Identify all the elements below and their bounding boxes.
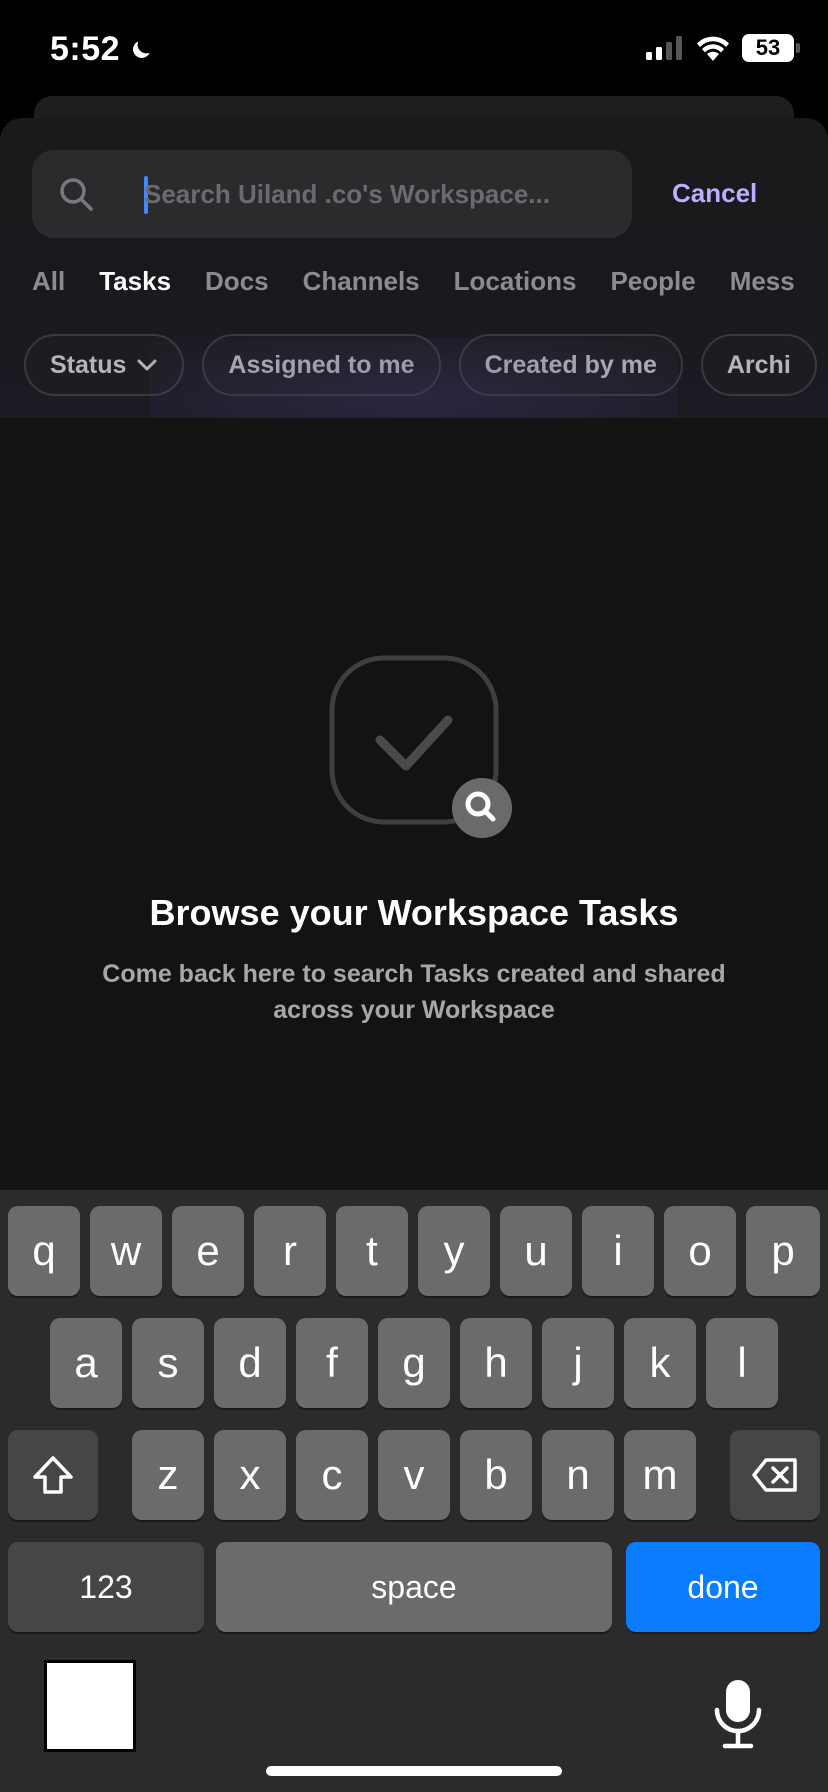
key-b[interactable]: b: [460, 1430, 532, 1520]
microphone-icon[interactable]: [712, 1678, 764, 1750]
created-by-me-chip[interactable]: Created by me: [458, 334, 683, 396]
wifi-icon: [697, 36, 729, 61]
tab-tasks[interactable]: Tasks: [99, 266, 171, 297]
key-y[interactable]: y: [418, 1206, 490, 1296]
key-t[interactable]: t: [336, 1206, 408, 1296]
archived-chip[interactable]: Archi: [700, 334, 817, 396]
key-v[interactable]: v: [378, 1430, 450, 1520]
results-area: Browse your Workspace Tasks Come back he…: [0, 418, 828, 1190]
tab-channels[interactable]: Channels: [303, 266, 420, 297]
chip-label: Status: [50, 350, 127, 379]
moon-icon: [133, 40, 150, 58]
shift-icon: [33, 1456, 73, 1494]
backspace-icon: [752, 1458, 797, 1492]
key-n[interactable]: n: [542, 1430, 614, 1520]
space-key[interactable]: space: [216, 1542, 612, 1632]
key-w[interactable]: w: [90, 1206, 162, 1296]
chip-label: Created by me: [484, 350, 657, 379]
search-input[interactable]: [144, 170, 614, 218]
key-z[interactable]: z: [132, 1430, 204, 1520]
key-u[interactable]: u: [500, 1206, 572, 1296]
tab-messages[interactable]: Mess: [730, 266, 795, 297]
chip-label: Archi: [726, 350, 791, 379]
key-f[interactable]: f: [296, 1318, 368, 1408]
key-l[interactable]: l: [706, 1318, 778, 1408]
chevron-down-icon: [137, 359, 157, 371]
tab-all[interactable]: All: [32, 266, 65, 297]
status-time: 5:52: [50, 30, 154, 69]
key-e[interactable]: e: [172, 1206, 244, 1296]
cancel-button[interactable]: Cancel: [672, 178, 757, 209]
key-q[interactable]: q: [8, 1206, 80, 1296]
key-k[interactable]: k: [624, 1318, 696, 1408]
filter-chips: Status Assigned to me Created by me Arch…: [24, 334, 817, 396]
status-bar: 5:52 53: [0, 0, 828, 100]
key-x[interactable]: x: [214, 1430, 286, 1520]
key-d[interactable]: d: [214, 1318, 286, 1408]
assigned-to-me-chip[interactable]: Assigned to me: [202, 334, 441, 396]
key-j[interactable]: j: [542, 1318, 614, 1408]
shift-key[interactable]: [8, 1430, 98, 1520]
key-r[interactable]: r: [254, 1206, 326, 1296]
key-a[interactable]: a: [50, 1318, 122, 1408]
time-label: 5:52: [50, 30, 121, 68]
chip-label: Assigned to me: [228, 350, 415, 379]
key-g[interactable]: g: [378, 1318, 450, 1408]
key-o[interactable]: o: [664, 1206, 736, 1296]
key-m[interactable]: m: [624, 1430, 696, 1520]
tab-people[interactable]: People: [610, 266, 695, 297]
search-tabs: All Tasks Docs Channels Locations People…: [32, 266, 795, 297]
key-p[interactable]: p: [746, 1206, 820, 1296]
empty-state-title: Browse your Workspace Tasks: [149, 892, 679, 933]
search-field[interactable]: [32, 150, 632, 238]
task-search-icon: [329, 655, 512, 838]
status-icons: 53: [646, 34, 800, 62]
keyboard: q w e r t y u i o p a s d f g h j k l z …: [0, 1190, 828, 1792]
key-h[interactable]: h: [460, 1318, 532, 1408]
done-key[interactable]: done: [626, 1542, 820, 1632]
status-filter-chip[interactable]: Status: [24, 334, 185, 396]
emoji-key[interactable]: [44, 1660, 136, 1752]
battery-icon: 53: [742, 34, 800, 62]
backspace-key[interactable]: [730, 1430, 820, 1520]
tab-docs[interactable]: Docs: [205, 266, 269, 297]
key-i[interactable]: i: [582, 1206, 654, 1296]
tab-locations[interactable]: Locations: [454, 266, 577, 297]
home-indicator: [266, 1766, 562, 1776]
battery-level: 53: [755, 35, 781, 60]
signal-icon: [646, 36, 682, 60]
empty-state-subtitle: Come back here to search Tasks created a…: [102, 960, 726, 1024]
numbers-key[interactable]: 123: [8, 1542, 204, 1632]
search-header: Cancel All Tasks Docs Channels Locations…: [0, 118, 828, 418]
search-icon: [60, 178, 93, 211]
key-s[interactable]: s: [132, 1318, 204, 1408]
key-c[interactable]: c: [296, 1430, 368, 1520]
